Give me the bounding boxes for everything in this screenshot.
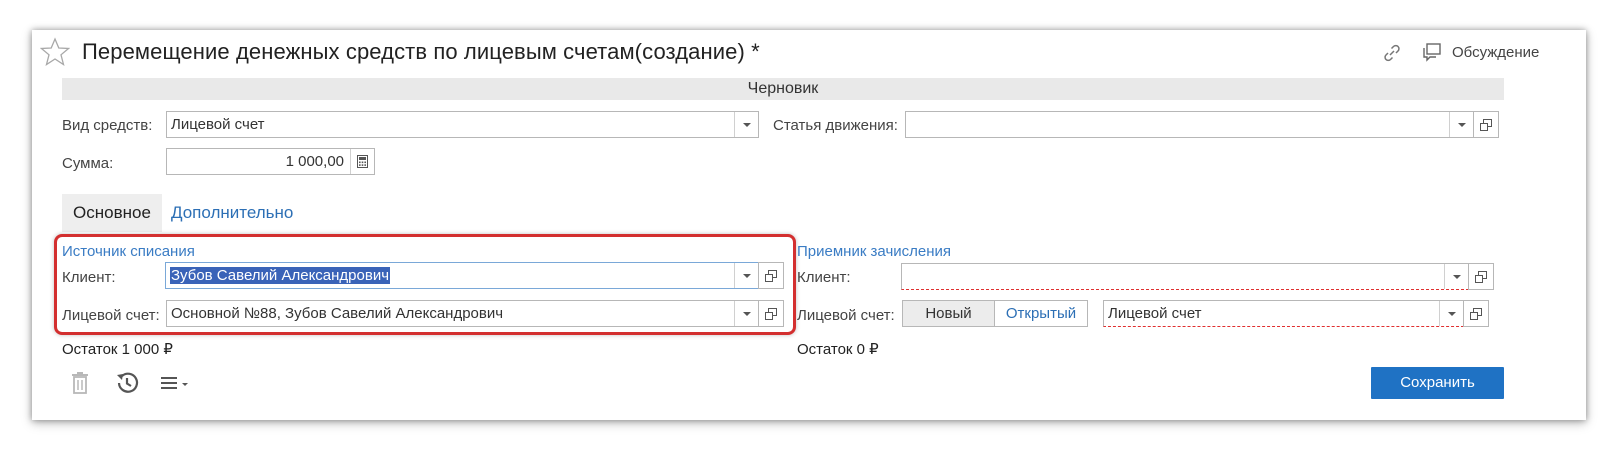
status-bar: Черновик: [62, 78, 1504, 100]
discussion-button[interactable]: Обсуждение: [1452, 44, 1539, 61]
calculator-icon[interactable]: [350, 149, 374, 174]
source-highlight-frame: [54, 234, 796, 335]
summa-value: 1 000,00: [285, 153, 344, 170]
open-window-icon[interactable]: [1468, 263, 1494, 290]
target-account-placeholder: Лицевой счет: [1108, 305, 1202, 322]
save-button[interactable]: Сохранить: [1371, 367, 1504, 399]
target-client-field[interactable]: [901, 263, 1469, 290]
tab-osnovnoe[interactable]: Основное: [62, 194, 162, 232]
vid-field[interactable]: Лицевой счет: [166, 111, 759, 138]
target-account-field[interactable]: Лицевой счет: [1103, 300, 1464, 327]
target-balance: Остаток 0 ₽: [797, 341, 879, 358]
open-account-button[interactable]: Открытый: [994, 300, 1088, 327]
history-icon[interactable]: [114, 370, 140, 396]
new-account-button[interactable]: Новый: [902, 300, 995, 327]
target-client-label: Клиент:: [797, 269, 851, 286]
chevron-down-icon[interactable]: [1444, 264, 1468, 289]
page-title: Перемещение денежных средств по лицевым …: [82, 39, 760, 64]
menu-icon[interactable]: [159, 370, 193, 396]
link-icon[interactable]: [1382, 43, 1402, 63]
document-window: Перемещение денежных средств по лицевым …: [32, 30, 1586, 420]
vid-value: Лицевой счет: [171, 116, 265, 133]
chevron-down-icon[interactable]: [734, 112, 758, 137]
chevron-down-icon[interactable]: [1449, 112, 1473, 137]
target-account-label: Лицевой счет:: [797, 307, 895, 324]
open-window-icon[interactable]: [1463, 300, 1489, 327]
tab-dopolnitelno[interactable]: Дополнительно: [171, 194, 293, 232]
target-group-title: Приемник зачисления: [797, 243, 952, 260]
source-balance: Остаток 1 000 ₽: [62, 341, 173, 358]
chevron-down-icon[interactable]: [1439, 301, 1463, 326]
summa-label: Сумма:: [62, 155, 114, 172]
trash-icon[interactable]: [67, 370, 93, 396]
open-window-icon[interactable]: [1473, 111, 1499, 138]
star-icon[interactable]: [40, 37, 70, 67]
discussion-icon[interactable]: [1422, 42, 1442, 62]
vid-label: Вид средств:: [62, 117, 153, 134]
summa-field[interactable]: 1 000,00: [166, 148, 375, 175]
statya-label: Статья движения:: [773, 117, 898, 134]
statya-field[interactable]: [905, 111, 1474, 138]
